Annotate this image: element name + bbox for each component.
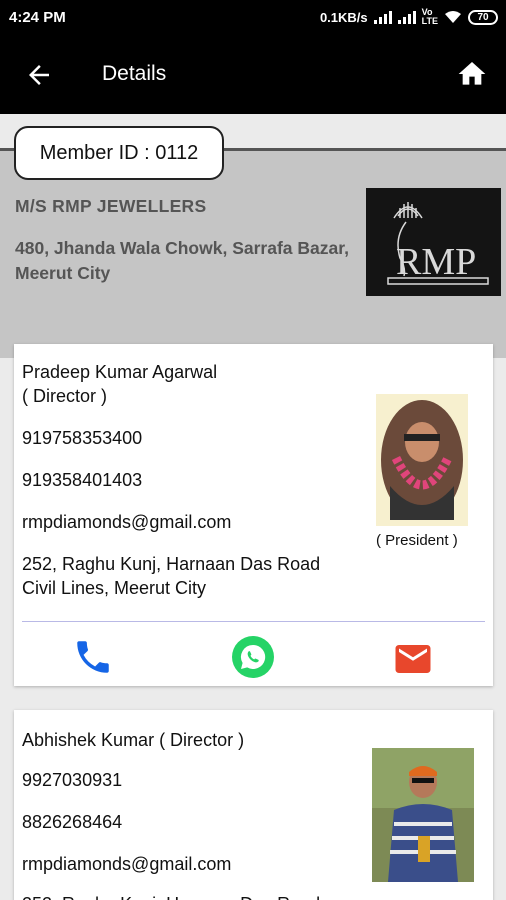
firm-address: 480, Jhanda Wala Chowk, Sarrafa Bazar, M… [15, 238, 349, 283]
volte-icon: Vo LTE [421, 7, 438, 26]
signal-2-icon [397, 10, 416, 24]
app-bar: Details [0, 36, 506, 114]
phone-number[interactable]: 919758353400 [22, 426, 142, 450]
logo-text: RMP [396, 241, 476, 283]
phone-number[interactable]: 9927030931 [22, 768, 122, 792]
contact-address: 252, Raghu Kunj, Harnaan Das Road Civil … [22, 892, 332, 900]
director-photo [372, 748, 474, 882]
page-title: Details [102, 62, 167, 85]
network-speed: 0.1KB/s [319, 9, 368, 25]
photo-caption: ( President ) [376, 532, 458, 549]
status-bar: 4:24 PM 0.1KB/s Vo LTE 70 [0, 0, 506, 36]
firm-name: M/S RMP JEWELLERS [15, 196, 207, 216]
whatsapp-icon[interactable] [232, 636, 274, 678]
home-icon[interactable] [456, 58, 488, 90]
status-indicators: 0.1KB/s Vo LTE 70 [320, 8, 498, 26]
president-photo [376, 394, 468, 526]
card-divider [22, 621, 485, 622]
email-address[interactable]: rmpdiamonds@gmail.com [22, 852, 231, 876]
contact-address: 252, Raghu Kunj, Harnaan Das Road Civil … [22, 554, 321, 598]
wifi-icon [445, 11, 461, 23]
member-id-badge: Member ID : 0112 [14, 126, 224, 180]
phone-icon[interactable] [72, 636, 114, 678]
mail-icon[interactable] [392, 638, 434, 680]
status-time: 4:24 PM [9, 9, 66, 26]
contact-card: Abhishek Kumar ( Director ) 9927030931 8… [14, 710, 493, 900]
arrow-back-icon[interactable] [24, 60, 54, 90]
signal-icon [373, 10, 392, 24]
contact-name-role: Abhishek Kumar ( Director ) [22, 730, 245, 750]
firm-logo: RMP [366, 188, 501, 296]
contact-card: Pradeep Kumar Agarwal ( Director ) 91975… [14, 344, 493, 686]
battery-icon: 70 [468, 9, 498, 25]
phone-number-alt[interactable]: 919358401403 [22, 468, 142, 492]
email-address[interactable]: rmpdiamonds@gmail.com [22, 510, 231, 534]
phone-number-alt[interactable]: 8826268464 [22, 810, 122, 834]
contact-role: ( Director ) [22, 386, 107, 406]
contact-name: Pradeep Kumar Agarwal [22, 362, 218, 382]
